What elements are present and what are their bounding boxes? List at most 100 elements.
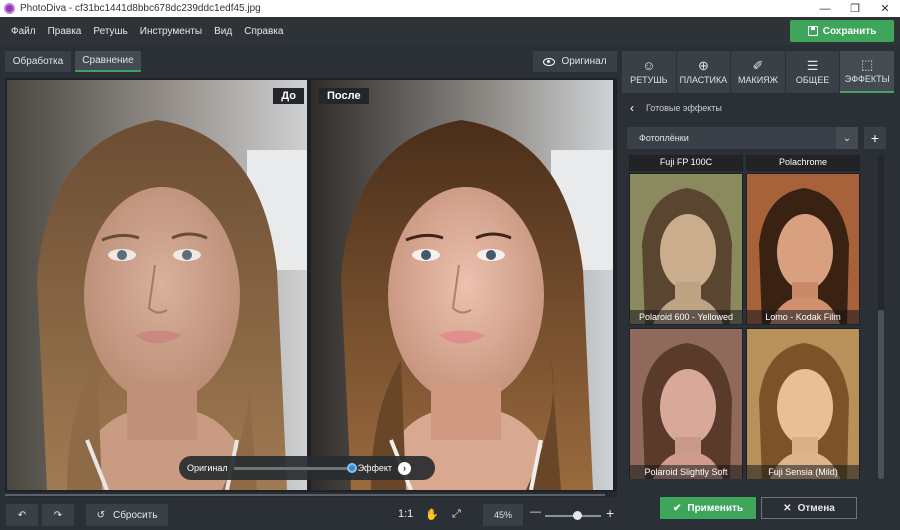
tab-label: МАКИЯЖ [737,75,778,85]
original-label: Оригинал [561,56,607,67]
undo-icon: ↶ [17,509,27,521]
tab-label: ОБЩЕЕ [795,75,830,85]
tab-retouch[interactable]: ☺ РЕТУШЬ [622,51,676,93]
after-image [311,80,613,490]
save-label: Сохранить [822,25,877,37]
original-button[interactable]: Оригинал [533,51,617,72]
window-title: PhotoDiva - cf31bc1441d8bbc678dc239ddc1e… [20,3,261,14]
compare-effect-label: Эффект [357,463,393,473]
horizontal-scrollbar-thumb[interactable] [5,494,605,496]
redo-icon: ↷ [53,509,63,521]
tab-makeup[interactable]: ✐ МАКИЯЖ [731,51,785,93]
effect-thumbnail[interactable]: Polachrome [746,155,860,171]
check-icon: ✔ [672,502,682,514]
menu-bar: Файл Правка Ретушь Инструменты Вид Справ… [0,17,900,45]
effect-thumbnail[interactable]: Polaroid Slightly Soft [629,328,743,479]
zoom-in-button[interactable]: + [606,505,614,521]
tab-general[interactable]: ☰ ОБЩЕЕ [785,51,840,93]
reset-label: Сбросить [112,509,158,521]
makeup-icon: ✐ [752,58,764,73]
thumbnail-label: Polachrome [747,156,859,170]
after-photo: После [311,80,613,490]
hand-icon[interactable]: ✋ [425,508,439,521]
thumbnail-label: Polaroid 600 - Yellowed [630,310,742,324]
chevron-down-icon: ⌄ [836,127,858,149]
effect-category-select[interactable]: Фотоплёнки ⌄ [627,127,858,149]
effects-scrollbar[interactable] [878,155,884,479]
close-icon: ✕ [783,502,792,514]
section-title: Готовые эффекты [646,103,722,113]
effect-thumbnail[interactable]: Fuji Sensia (Mild) [746,328,860,479]
title-bar: PhotoDiva - cf31bc1441d8bbc678dc239ddc1e… [0,0,900,17]
thumbnail-label: Fuji Sensia (Mild) [747,465,859,479]
menu-tools[interactable]: Инструменты [134,26,208,37]
actual-size-button[interactable]: 1:1 [398,508,413,520]
chevron-right-icon[interactable]: › [398,461,412,475]
after-label: После [319,88,369,104]
effects-panel: ☺ РЕТУШЬ ⊕ ПЛАСТИКА ✐ МАКИЯЖ ☰ ОБЩЕЕ ⬚ Э… [622,45,900,530]
effect-thumbnail[interactable]: Polaroid 600 - Yellowed [629,173,743,325]
chevron-left-icon[interactable]: ‹ [630,101,634,115]
section-tabs: ☺ РЕТУШЬ ⊕ ПЛАСТИКА ✐ МАКИЯЖ ☰ ОБЩЕЕ ⬚ Э… [622,51,894,93]
sliders-icon: ☰ [806,58,819,73]
menu-retouch[interactable]: Ретушь [87,26,133,37]
thumbnail-label: Fuji FP 100C [630,156,742,170]
apply-button[interactable]: ✔ Применить [660,497,756,519]
fit-screen-icon[interactable]: ⤢ [452,508,461,521]
eye-icon [543,57,556,66]
add-effect-button[interactable]: + [864,127,886,149]
compare-slider-knob[interactable] [346,462,357,473]
maximize-button[interactable]: ❐ [840,2,870,15]
tab-processing[interactable]: Обработка [5,51,71,72]
effect-thumbnail[interactable]: Lomo - Kodak Film [746,173,860,325]
effect-thumbnail[interactable]: Fuji FP 100C [629,155,743,171]
bottom-toolbar: ↶ ↷ ↺ Сбросить 1:1 ✋ ⤢ 45% — + [0,498,620,530]
zoom-out-button[interactable]: — [530,506,541,518]
compare-slider-bar: Оригинал Эффект › [179,456,435,480]
redo-button[interactable]: ↷ [42,504,74,526]
minimize-button[interactable]: — [810,3,840,15]
retouch-icon: ☺ [642,58,656,73]
thumbnail-label: Lomo - Kodak Film [747,310,859,324]
thumbnail-image [747,329,859,479]
app-logo-icon [4,3,15,14]
photo-canvas[interactable]: До После Оригинал Эффект › [5,78,617,492]
thumbnail-image [747,174,859,324]
effects-grid: Fuji FP 100C Polachrome Polaroid 600 - Y… [629,155,861,479]
close-button[interactable]: ✕ [870,2,900,15]
effects-scrollbar-thumb[interactable] [878,310,884,479]
undo-button[interactable]: ↶ [6,504,38,526]
menu-view[interactable]: Вид [208,26,238,37]
before-photo: До [7,80,307,490]
before-image [7,80,307,490]
thumbnail-image [630,174,742,324]
tab-label: РЕТУШЬ [630,75,668,85]
reset-button[interactable]: ↺ Сбросить [86,504,168,526]
before-label: До [273,88,304,104]
menu-help[interactable]: Справка [238,26,289,37]
zoom-slider[interactable] [545,511,601,520]
menu-edit[interactable]: Правка [42,26,88,37]
floppy-disk-icon [807,26,818,36]
menu-file[interactable]: Файл [5,26,42,37]
save-button[interactable]: Сохранить [790,20,894,42]
compare-slider-track[interactable] [233,462,357,473]
cancel-button[interactable]: ✕ Отмена [761,497,857,519]
view-toolbar: Обработка Сравнение Оригинал [0,45,620,77]
dropdown-value: Фотоплёнки [639,133,689,143]
tab-label: ЭФФЕКТЫ [844,74,890,84]
tab-label: ПЛАСТИКА [679,75,728,85]
tab-plastic[interactable]: ⊕ ПЛАСТИКА [676,51,731,93]
zoom-slider-knob[interactable] [572,511,582,520]
tab-effects[interactable]: ⬚ ЭФФЕКТЫ [840,51,894,93]
effects-header: ‹ Готовые эффекты [622,97,894,119]
reset-icon: ↺ [96,509,105,521]
apply-label: Применить [687,502,744,514]
thumbnail-image [630,329,742,479]
horizontal-scrollbar[interactable] [5,493,617,497]
effects-icon: ⬚ [861,57,874,72]
tab-comparison[interactable]: Сравнение [75,51,141,72]
compare-original-label: Оригинал [187,463,228,473]
zoom-value[interactable]: 45% [483,504,523,526]
thumbnail-label: Polaroid Slightly Soft [630,465,742,479]
